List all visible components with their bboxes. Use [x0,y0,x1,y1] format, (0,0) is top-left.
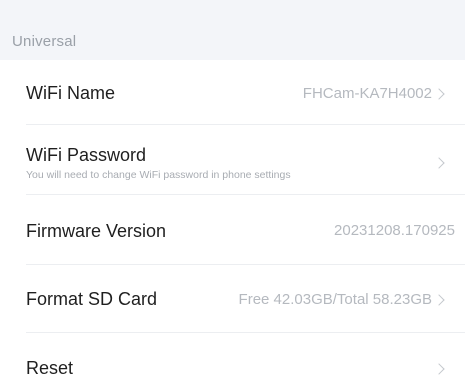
wifi-password-label: WiFi Password [26,145,147,165]
format-sd-card-row[interactable]: Format SD Card Free 42.03GB/Total 58.23G… [0,265,465,332]
firmware-version-row: Firmware Version 20231208.170925 [0,195,465,264]
section-header-universal: Universal [0,0,465,60]
section-title: Universal [12,33,77,50]
chevron-right-icon [433,363,445,375]
firmware-version-label: Firmware Version [26,221,167,241]
settings-page: Universal WiFi Name FHCam-KA7H4002 WiFi … [0,0,465,380]
wifi-password-row[interactable]: WiFi Password You will need to change Wi… [0,125,465,194]
wifi-password-hint: You will need to change WiFi password in… [26,169,291,181]
wifi-name-row[interactable]: WiFi Name FHCam-KA7H4002 [0,60,465,124]
format-sd-card-label: Format SD Card [26,289,158,309]
reset-row[interactable]: Reset [0,333,465,380]
sd-card-storage-value: Free 42.03GB/Total 58.23GB [238,291,432,308]
chevron-right-icon [433,294,445,306]
chevron-right-icon [433,88,445,100]
wifi-name-label: WiFi Name [26,83,115,103]
chevron-right-icon [433,157,445,169]
firmware-version-value: 20231208.170925 [334,222,455,239]
reset-label: Reset [26,358,74,378]
wifi-name-value: FHCam-KA7H4002 [302,85,432,102]
